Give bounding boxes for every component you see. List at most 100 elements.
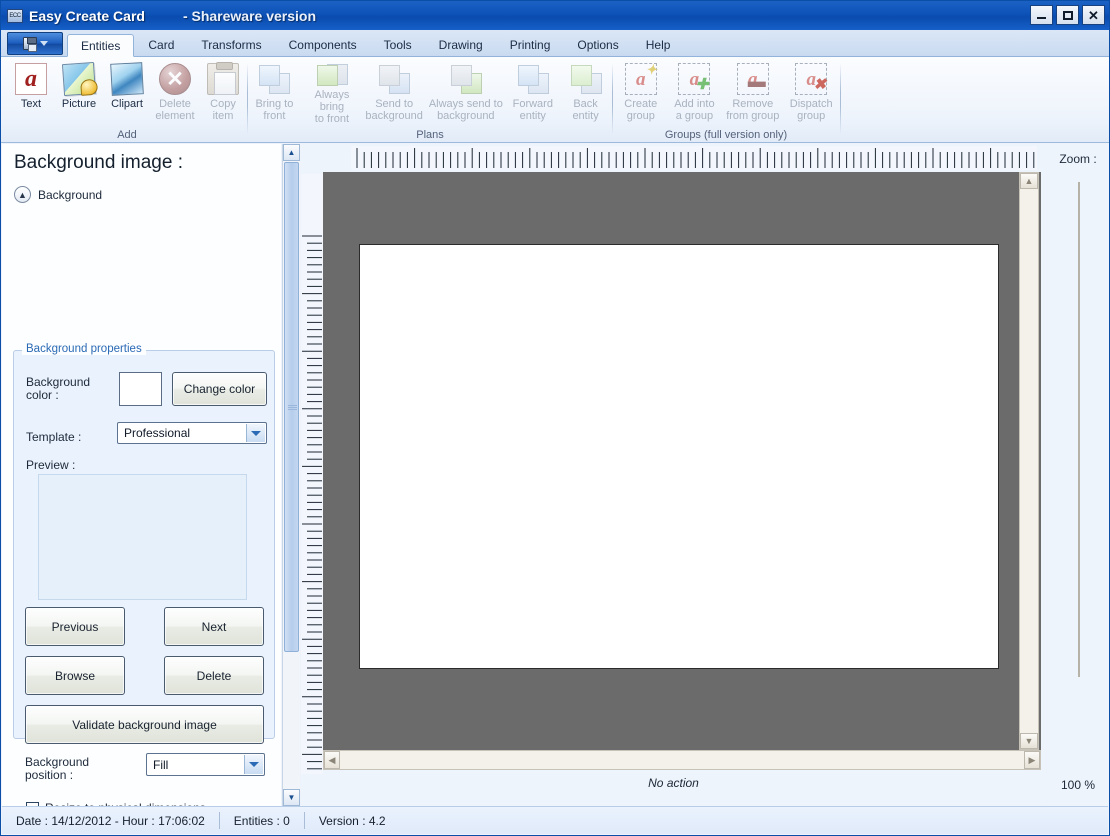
canvas-vertical-scrollbar[interactable]: ▲ ▼ [1019, 172, 1039, 750]
maximize-button[interactable] [1056, 5, 1079, 25]
ribbon-button-label-2: to front [314, 113, 350, 125]
tab-drawing[interactable]: Drawing [426, 34, 496, 56]
background-color-swatch[interactable] [119, 372, 162, 406]
ribbon-button-forward-entity[interactable]: Forward entity [506, 57, 559, 125]
maximize-icon [1062, 10, 1073, 20]
background-position-value: Fill [153, 757, 169, 772]
title-bar: ECC Easy Create Card - Shareware version… [1, 1, 1109, 30]
tab-label: Printing [509, 38, 551, 52]
forward-entity-icon [517, 63, 549, 95]
template-label: Template : [26, 430, 82, 444]
preview-label: Preview : [26, 458, 76, 472]
ribbon-button-bring-to-front[interactable]: Bring to front [248, 57, 301, 125]
ribbon-button-back-entity[interactable]: Back entity [559, 57, 612, 125]
cross-icon: ✖ [813, 77, 827, 93]
ribbon-button-label-2: background [365, 110, 423, 122]
ribbon-tab-bar: Entities Card Transforms Components Tool… [1, 30, 1109, 57]
delete-element-icon: ✕ [159, 63, 191, 95]
ribbon-button-label-2: group [797, 110, 826, 122]
ribbon-button-label: Text [20, 98, 42, 110]
ribbon-button-add-into-group[interactable]: a ✚ Add into a group [668, 57, 722, 125]
ribbon-button-label-2: entity [572, 110, 599, 122]
scroll-up-button[interactable]: ▲ [283, 144, 300, 161]
tab-label: Tools [383, 38, 412, 52]
tab-label: Card [148, 38, 175, 52]
ribbon-button-label-2: item [212, 110, 234, 122]
ribbon-button-label: Bring to [255, 98, 294, 110]
tab-label: Entities [81, 38, 121, 53]
chevron-down-icon [39, 41, 48, 46]
tab-options[interactable]: Options [564, 34, 631, 56]
tab-label: Transforms [201, 38, 262, 52]
ribbon-button-always-bring-to-front[interactable]: Always bring to front [301, 57, 363, 125]
template-select[interactable]: Professional [117, 422, 267, 444]
card-workspace[interactable] [323, 172, 1041, 750]
ribbon-button-clipart[interactable]: Clipart [103, 57, 151, 125]
browse-button[interactable]: Browse [25, 656, 125, 695]
remove-from-group-icon: a ▬ [736, 63, 769, 95]
horizontal-ruler [351, 146, 1037, 170]
change-color-button[interactable]: Change color [172, 372, 267, 406]
ribbon: a Text Picture Clipart ✕ Delete element [1, 57, 1109, 143]
scrollbar-thumb[interactable] [284, 162, 299, 652]
delete-button[interactable]: Delete [164, 656, 264, 695]
create-group-icon: a ✦ [624, 63, 657, 95]
window-title: Easy Create Card [29, 7, 145, 24]
ribbon-button-label-2: from group [726, 110, 780, 122]
tab-label: Help [645, 38, 671, 52]
close-icon: ✕ [1088, 7, 1099, 23]
chevron-down-icon[interactable] [244, 755, 263, 774]
window-subtitle: - Shareware version [182, 7, 317, 24]
canvas-scroll-left-button[interactable]: ◀ [324, 751, 340, 769]
minimize-button[interactable] [1030, 5, 1053, 25]
canvas-scroll-right-button[interactable]: ▶ [1024, 751, 1040, 769]
background-section-toggle[interactable]: ▲ Background [14, 186, 102, 203]
ribbon-button-picture[interactable]: Picture [55, 57, 103, 125]
close-button[interactable]: ✕ [1082, 5, 1105, 25]
status-entities: Entities : 0 [233, 813, 290, 828]
ribbon-group-label: Plans [416, 129, 444, 141]
ribbon-button-label: Forward [512, 98, 553, 110]
chevron-down-icon[interactable] [246, 424, 265, 442]
tab-printing[interactable]: Printing [497, 34, 564, 56]
application-menu-button[interactable] [7, 32, 63, 55]
tab-transforms[interactable]: Transforms [188, 34, 274, 56]
ribbon-button-label: Clipart [111, 98, 143, 110]
ribbon-button-text[interactable]: a Text [7, 57, 55, 125]
background-image-panel: Background image : ▲ Background Backgrou… [2, 144, 281, 806]
ribbon-button-label: Back [573, 98, 598, 110]
tab-help[interactable]: Help [633, 34, 684, 56]
previous-button[interactable]: Previous [25, 607, 125, 646]
tab-label: Drawing [438, 38, 483, 52]
canvas-scroll-down-button[interactable]: ▼ [1020, 733, 1038, 749]
panel-vertical-scrollbar[interactable]: ▲ ▼ [282, 144, 300, 806]
ribbon-button-remove-from-group[interactable]: a ▬ Remove from group [721, 57, 784, 125]
tab-tools[interactable]: Tools [371, 34, 425, 56]
ribbon-button-dispatch-group[interactable]: a ✖ Dispatch group [784, 57, 838, 125]
ribbon-button-create-group[interactable]: a ✦ Create group [614, 57, 668, 125]
next-button[interactable]: Next [164, 607, 264, 646]
ribbon-group-add: a Text Picture Clipart ✕ Delete element [7, 57, 247, 143]
ribbon-button-label: Remove [732, 98, 774, 110]
back-entity-icon [570, 63, 602, 95]
tab-entities[interactable]: Entities [67, 34, 135, 57]
scroll-down-button[interactable]: ▼ [283, 789, 300, 806]
ribbon-button-label-2: element [155, 110, 195, 122]
tab-components[interactable]: Components [276, 34, 370, 56]
card-canvas[interactable] [359, 244, 999, 669]
chevron-up-icon: ▲ [14, 186, 31, 203]
tab-label: Components [288, 38, 357, 52]
canvas-scroll-up-button[interactable]: ▲ [1020, 173, 1038, 189]
bring-to-front-icon [258, 63, 291, 95]
ribbon-button-send-to-background[interactable]: Send to background [363, 57, 425, 125]
dispatch-group-icon: a ✖ [795, 63, 828, 95]
validate-background-image-button[interactable]: Validate background image [25, 705, 264, 744]
tab-card[interactable]: Card [135, 34, 187, 56]
zoom-slider-track[interactable] [1078, 182, 1080, 677]
ribbon-button-copy-item[interactable]: Copy item [199, 57, 247, 125]
background-position-select[interactable]: Fill [146, 753, 265, 776]
zoom-percent-value: 100 % [1060, 778, 1096, 792]
ribbon-button-always-send-to-background[interactable]: Always send to background [425, 57, 506, 125]
canvas-horizontal-scrollbar[interactable]: ◀ ▶ [323, 750, 1041, 770]
ribbon-button-delete-element[interactable]: ✕ Delete element [151, 57, 199, 125]
